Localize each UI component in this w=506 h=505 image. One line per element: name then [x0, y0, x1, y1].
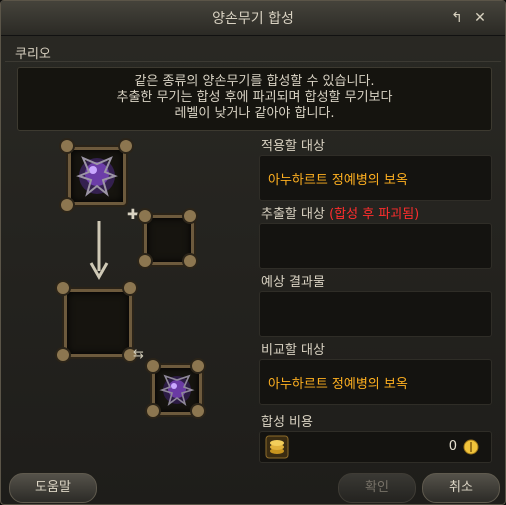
result-slot	[64, 289, 132, 357]
help-button[interactable]: 도움말	[9, 473, 97, 503]
extract-label: 추출할 대상 (합성 후 파괴됨)	[261, 203, 419, 222]
frame-corner	[120, 140, 132, 152]
divider	[5, 61, 501, 62]
frame-corner	[57, 349, 69, 361]
extract-label-text: 추출할 대상	[261, 207, 325, 222]
frame-corner	[61, 140, 73, 152]
frame-corner	[57, 282, 69, 294]
apply-label: 적용할 대상	[261, 139, 325, 154]
apply-value: 아누하르트 정예병의 보옥	[268, 173, 408, 188]
return-icon[interactable]: ↰	[449, 10, 465, 26]
apply-slot[interactable]	[68, 147, 126, 205]
compare-value: 아누하르트 정예병의 보옥	[268, 377, 408, 392]
frame-corner	[192, 405, 204, 417]
extract-warning: (합성 후 파괴됨)	[329, 207, 420, 222]
compare-label: 비교할 대상	[261, 343, 325, 358]
cost-field: 0	[259, 431, 492, 463]
result-label: 예상 결과물	[261, 275, 325, 290]
frame-corner	[192, 360, 204, 372]
npc-name: 쿠리오	[15, 47, 51, 62]
frame-corner	[61, 199, 73, 211]
orb-item-icon	[76, 156, 118, 197]
close-icon[interactable]: ✕	[472, 10, 488, 26]
frame-corner	[184, 255, 196, 267]
notice-line-3: 레벨이 낮거나 같아야 합니다.	[174, 106, 335, 121]
cancel-button[interactable]: 취소	[422, 473, 500, 503]
frame-corner	[124, 282, 136, 294]
coin-stack-icon	[265, 435, 289, 459]
orb-item-icon	[159, 374, 195, 407]
compare-arrows-icon: ⇆	[133, 347, 144, 362]
notice-box: 같은 종류의 양손무기를 합성할 수 있습니다. 추출한 무기는 합성 후에 파…	[17, 67, 492, 131]
notice-line-2: 추출한 무기는 합성 후에 파괴되며 합성할 무기보다	[116, 90, 393, 105]
cost-label: 합성 비용	[261, 415, 313, 430]
frame-corner	[147, 360, 159, 372]
synthesis-window: 양손무기 합성 ↰ ✕ 쿠리오 같은 종류의 양손무기를 합성할 수 있습니다.…	[0, 0, 506, 505]
gold-coin-icon	[463, 439, 479, 455]
plus-icon: ✚	[127, 207, 139, 223]
frame-corner	[184, 210, 196, 222]
apply-field: 아누하르트 정예병의 보옥	[259, 155, 492, 201]
down-arrow-icon	[89, 221, 109, 281]
window-title: 양손무기 합성	[212, 11, 294, 27]
extract-field	[259, 223, 492, 269]
result-field	[259, 291, 492, 337]
compare-field: 아누하르트 정예병의 보옥	[259, 359, 492, 405]
cost-value: 0	[448, 439, 457, 454]
frame-corner	[139, 255, 151, 267]
frame-corner	[139, 210, 151, 222]
frame-corner	[147, 405, 159, 417]
notice-line-1: 같은 종류의 양손무기를 합성할 수 있습니다.	[134, 74, 375, 89]
confirm-button[interactable]: 확인	[338, 473, 416, 503]
title-bar[interactable]: 양손무기 합성 ↰ ✕	[1, 1, 505, 36]
